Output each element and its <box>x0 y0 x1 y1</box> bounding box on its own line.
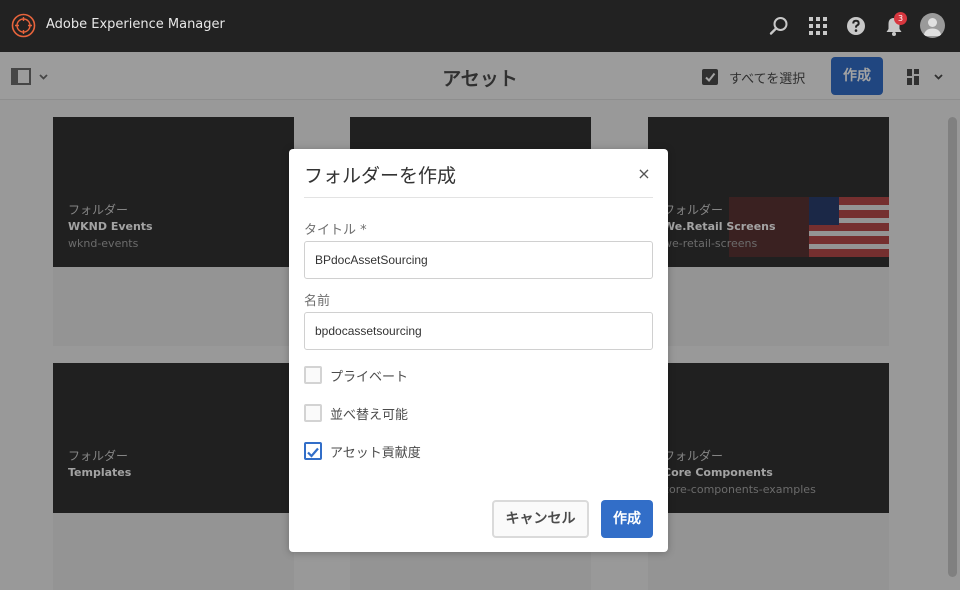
orderable-checkbox-label: 並べ替え可能 <box>330 408 409 423</box>
global-header: Adobe Experience Manager 3 <box>0 0 960 52</box>
dialog-title: フォルダーを作成 <box>304 165 457 187</box>
title-field[interactable]: BPdocAssetSourcing <box>304 241 653 279</box>
checkbox-unchecked-icon <box>304 404 322 422</box>
apps-grid-icon[interactable] <box>806 14 830 38</box>
aem-logo-icon[interactable] <box>11 13 36 38</box>
create-folder-dialog: フォルダーを作成 × タイトル * BPdocAssetSourcing 名前 … <box>289 149 668 552</box>
title-field-label: タイトル * <box>304 223 367 238</box>
checkbox-unchecked-icon <box>304 366 322 384</box>
user-icon <box>923 18 942 36</box>
help-icon[interactable] <box>844 14 868 38</box>
app-title[interactable]: Adobe Experience Manager <box>46 17 225 32</box>
search-icon[interactable] <box>767 14 791 38</box>
name-field[interactable]: bpdocassetsourcing <box>304 312 653 350</box>
checkbox-checked-icon <box>304 442 322 460</box>
close-icon[interactable]: × <box>632 164 656 184</box>
create-folder-button[interactable]: 作成 <box>601 500 653 538</box>
private-checkbox-label: プライベート <box>330 370 409 385</box>
cancel-button[interactable]: キャンセル <box>492 500 589 538</box>
name-field-label: 名前 <box>304 294 331 309</box>
notification-badge: 3 <box>894 12 907 25</box>
user-avatar[interactable] <box>920 13 945 38</box>
asset-contribution-checkbox-label: アセット貢献度 <box>330 446 421 461</box>
dialog-divider <box>304 197 653 198</box>
